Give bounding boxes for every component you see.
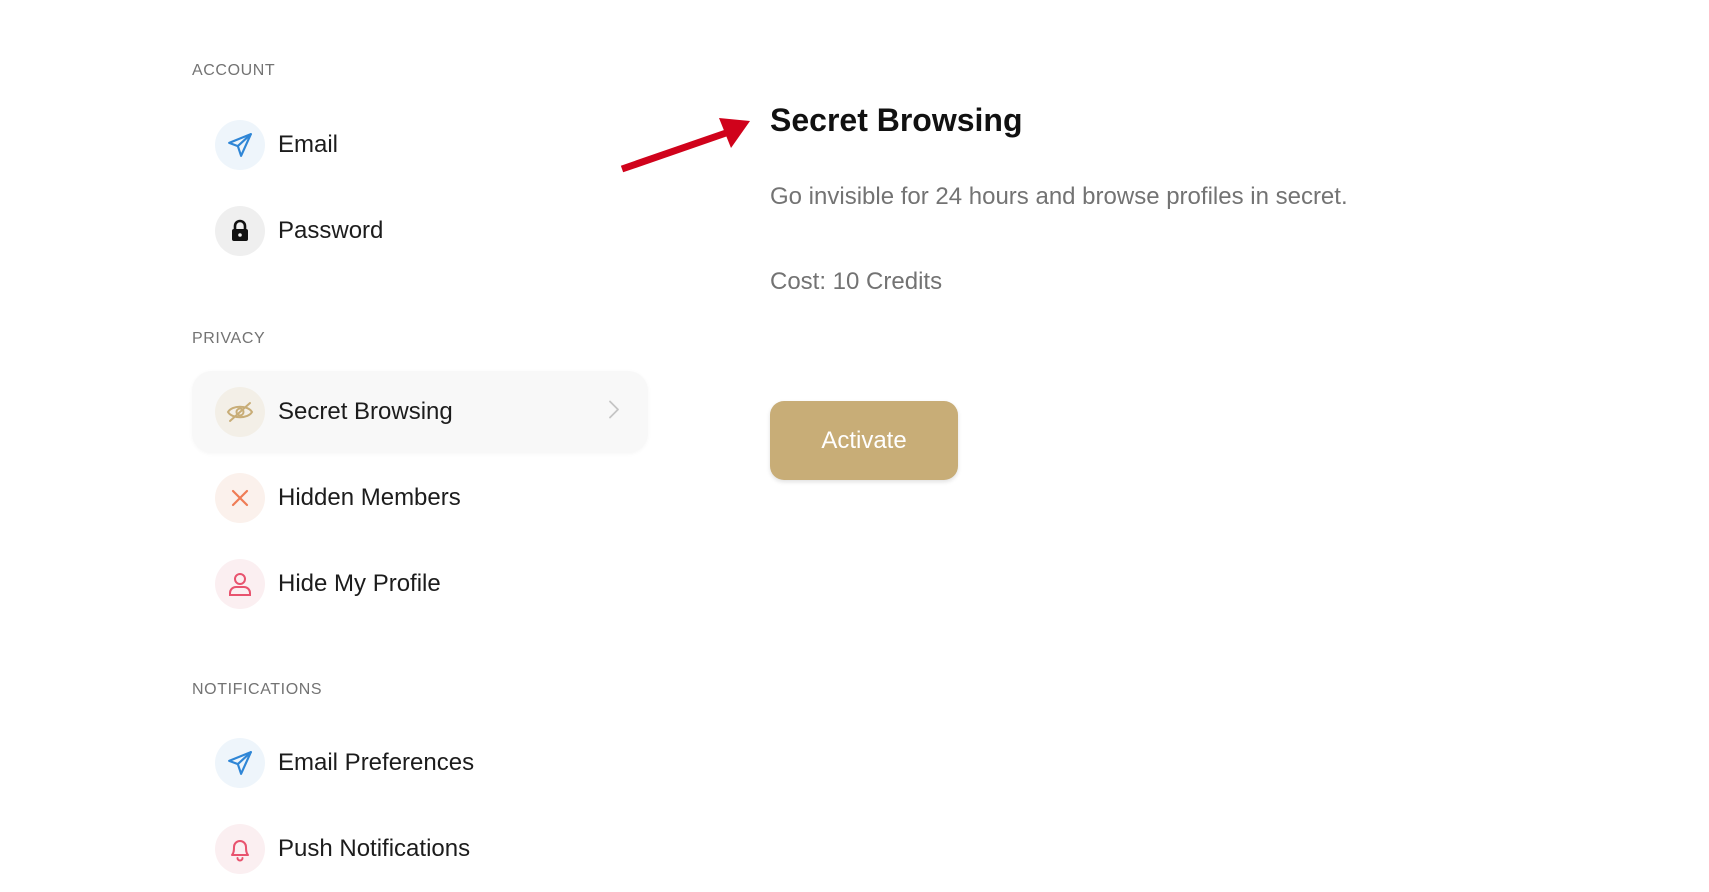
user-icon <box>215 559 265 609</box>
sidebar-item-password[interactable]: Password <box>192 190 648 272</box>
chevron-right-icon <box>608 400 620 425</box>
sidebar-item-label: Email Preferences <box>278 749 475 776</box>
detail-description: Go invisible for 24 hours and browse pro… <box>770 183 1348 210</box>
sidebar-item-label: Password <box>278 217 384 244</box>
paper-plane-icon <box>215 120 265 170</box>
sidebar-item-label: Push Notifications <box>278 835 471 862</box>
detail-title: Secret Browsing <box>770 102 1023 138</box>
detail-cost: Cost: 10 Credits <box>770 268 943 295</box>
sidebar-item-hidden-members[interactable]: Hidden Members <box>192 457 648 539</box>
sidebar-item-push-notifications[interactable]: Push Notifications <box>192 808 648 890</box>
sidebar-item-email-preferences[interactable]: Email Preferences <box>192 722 648 804</box>
lock-icon <box>215 206 265 256</box>
bell-icon <box>215 824 265 874</box>
annotation-arrow-head <box>719 118 750 148</box>
paper-plane-icon <box>215 738 265 788</box>
section-label-account: ACCOUNT <box>192 62 276 79</box>
sidebar-item-label: Hidden Members <box>278 484 461 511</box>
sidebar-item-hide-my-profile[interactable]: Hide My Profile <box>192 543 648 625</box>
sidebar-item-label: Secret Browsing <box>278 398 453 425</box>
sidebar-item-email[interactable]: Email <box>192 104 648 186</box>
sidebar-item-secret-browsing[interactable]: Secret Browsing <box>192 371 648 453</box>
close-icon <box>215 473 265 523</box>
sidebar-item-label: Hide My Profile <box>278 570 441 597</box>
eye-slash-icon <box>215 387 265 437</box>
activate-button[interactable]: Activate <box>770 401 958 480</box>
settings-sidebar: ACCOUNT Email Password PRIVACY Secret Br… <box>192 0 650 892</box>
section-label-privacy: PRIVACY <box>192 330 266 347</box>
section-label-notifications: NOTIFICATIONS <box>192 681 323 698</box>
sidebar-item-label: Email <box>278 131 339 158</box>
